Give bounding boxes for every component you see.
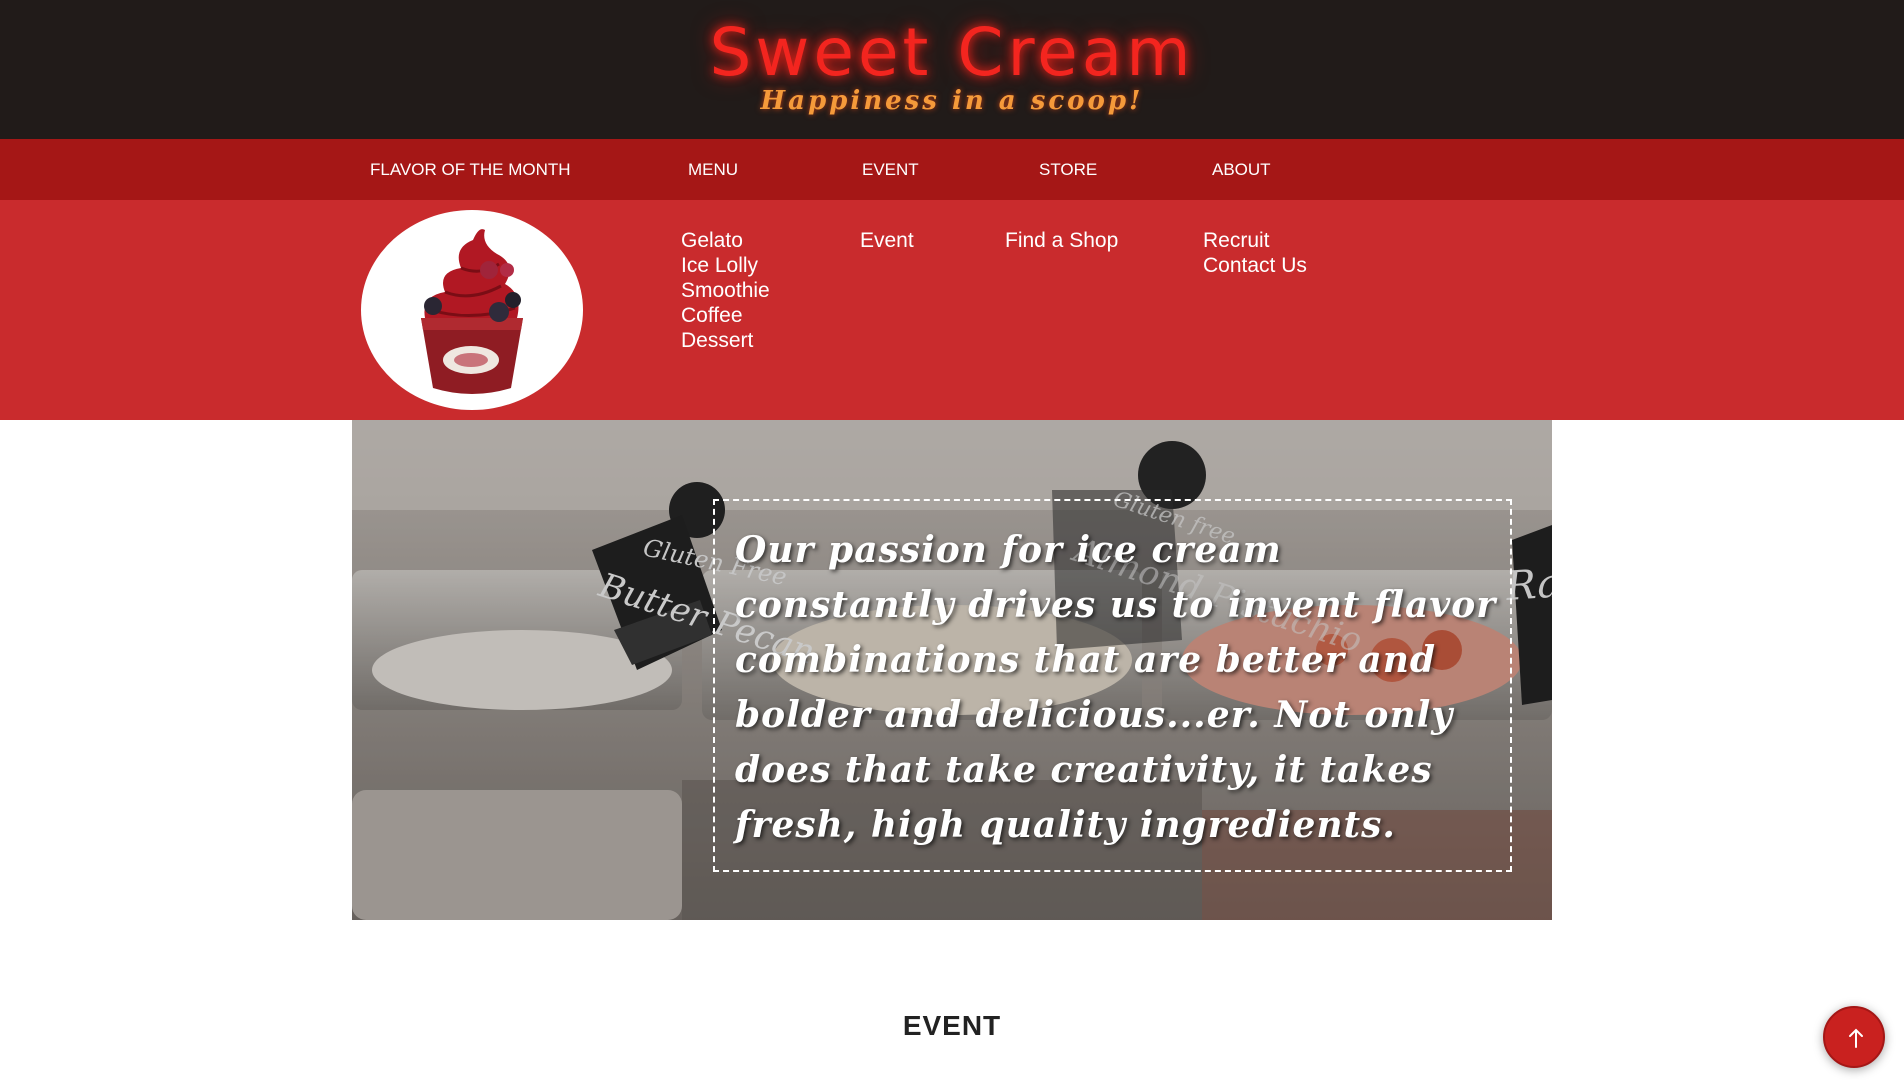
scroll-to-top-button[interactable] <box>1823 1006 1885 1068</box>
mega-menu: Gelato Ice Lolly Smoothie Coffee Dessert… <box>0 200 1904 420</box>
about-submenu: Recruit Contact Us <box>1203 228 1307 278</box>
hero-banner: Gluten Free Butter Pecan Gluten free Alm… <box>352 420 1552 920</box>
main-nav: FLAVOR OF THE MONTH MENU EVENT STORE ABO… <box>0 139 1904 200</box>
about-item-recruit[interactable]: Recruit <box>1203 228 1307 253</box>
about-item-contact-us[interactable]: Contact Us <box>1203 253 1307 278</box>
menu-item-ice-lolly[interactable]: Ice Lolly <box>681 253 770 278</box>
menu-item-gelato[interactable]: Gelato <box>681 228 770 253</box>
hero-quote-box: Our passion for ice cream constantly dri… <box>713 499 1512 872</box>
ice-cream-cup-icon <box>421 229 523 394</box>
flavor-of-the-month-image[interactable] <box>361 210 583 410</box>
nav-flavor-of-the-month[interactable]: FLAVOR OF THE MONTH <box>370 139 571 200</box>
nav-about[interactable]: ABOUT <box>1212 139 1271 200</box>
arrow-up-icon <box>1849 1028 1863 1048</box>
store-submenu: Find a Shop <box>1005 228 1118 253</box>
store-item-find-a-shop[interactable]: Find a Shop <box>1005 228 1118 253</box>
event-item-event[interactable]: Event <box>860 228 914 253</box>
nav-event[interactable]: EVENT <box>862 139 919 200</box>
hero-quote: Our passion for ice cream constantly dri… <box>735 529 1497 846</box>
site-tagline: Happiness in a scoop! <box>760 86 1144 116</box>
site-title[interactable]: Sweet Cream <box>0 14 1904 91</box>
menu-item-smoothie[interactable]: Smoothie <box>681 278 770 303</box>
event-submenu: Event <box>860 228 914 253</box>
menu-submenu: Gelato Ice Lolly Smoothie Coffee Dessert <box>681 228 770 353</box>
site-header: Sweet Cream Happiness in a scoop! <box>0 0 1904 139</box>
menu-item-coffee[interactable]: Coffee <box>681 303 770 328</box>
menu-item-dessert[interactable]: Dessert <box>681 328 770 353</box>
nav-store[interactable]: STORE <box>1039 139 1097 200</box>
event-section-heading: EVENT <box>902 1010 1002 1041</box>
nav-menu[interactable]: MENU <box>688 139 738 200</box>
